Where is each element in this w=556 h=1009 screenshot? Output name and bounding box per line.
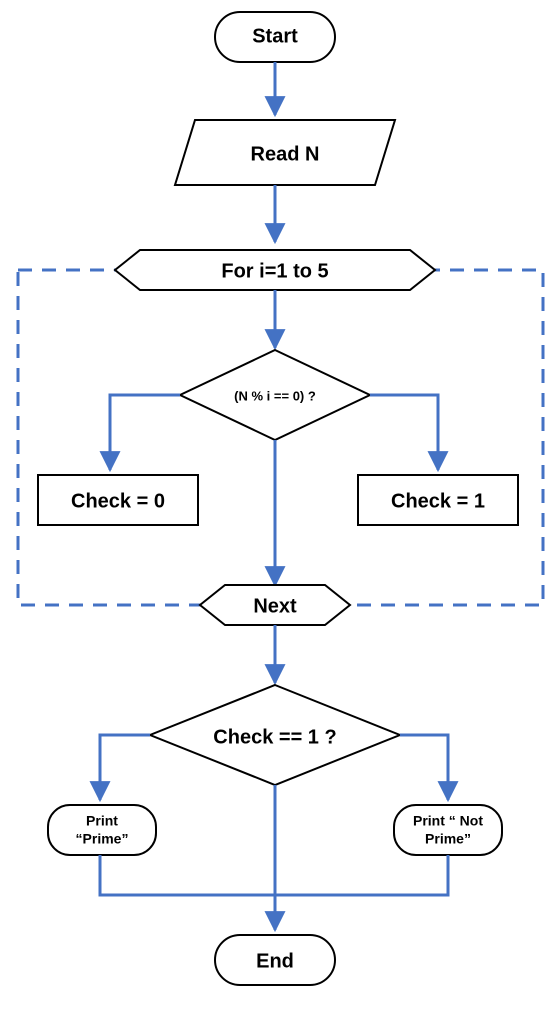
print-not-label1: Print “ Not: [413, 813, 483, 829]
arrow: [400, 735, 448, 800]
end-label: End: [256, 950, 294, 972]
check1-node: Check = 1: [358, 475, 518, 525]
cond2-label: Check == 1 ?: [213, 726, 336, 748]
arrow: [110, 395, 180, 470]
loop-label: For i=1 to 5: [221, 260, 328, 282]
print-notprime-node: Print “ Not Prime”: [394, 805, 502, 855]
connector: [275, 855, 448, 895]
next-label: Next: [253, 595, 297, 617]
start-node: Start: [215, 12, 335, 62]
arrow: [370, 395, 438, 470]
print-prime-node: Print “Prime”: [48, 805, 156, 855]
print-prime-label1: Print: [86, 813, 118, 829]
start-label: Start: [252, 25, 298, 47]
check0-node: Check = 0: [38, 475, 198, 525]
read-label: Read N: [251, 143, 320, 165]
arrow: [100, 735, 150, 800]
check1-label: Check = 1: [391, 490, 485, 512]
read-node: Read N: [175, 120, 395, 185]
check0-label: Check = 0: [71, 490, 165, 512]
cond1-label: (N % i == 0) ?: [234, 388, 316, 403]
cond1-node: (N % i == 0) ?: [180, 350, 370, 440]
print-not-label2: Prime”: [425, 831, 471, 847]
connector: [100, 855, 275, 895]
print-prime-label2: “Prime”: [76, 831, 129, 847]
cond2-node: Check == 1 ?: [150, 685, 400, 785]
end-node: End: [215, 935, 335, 985]
